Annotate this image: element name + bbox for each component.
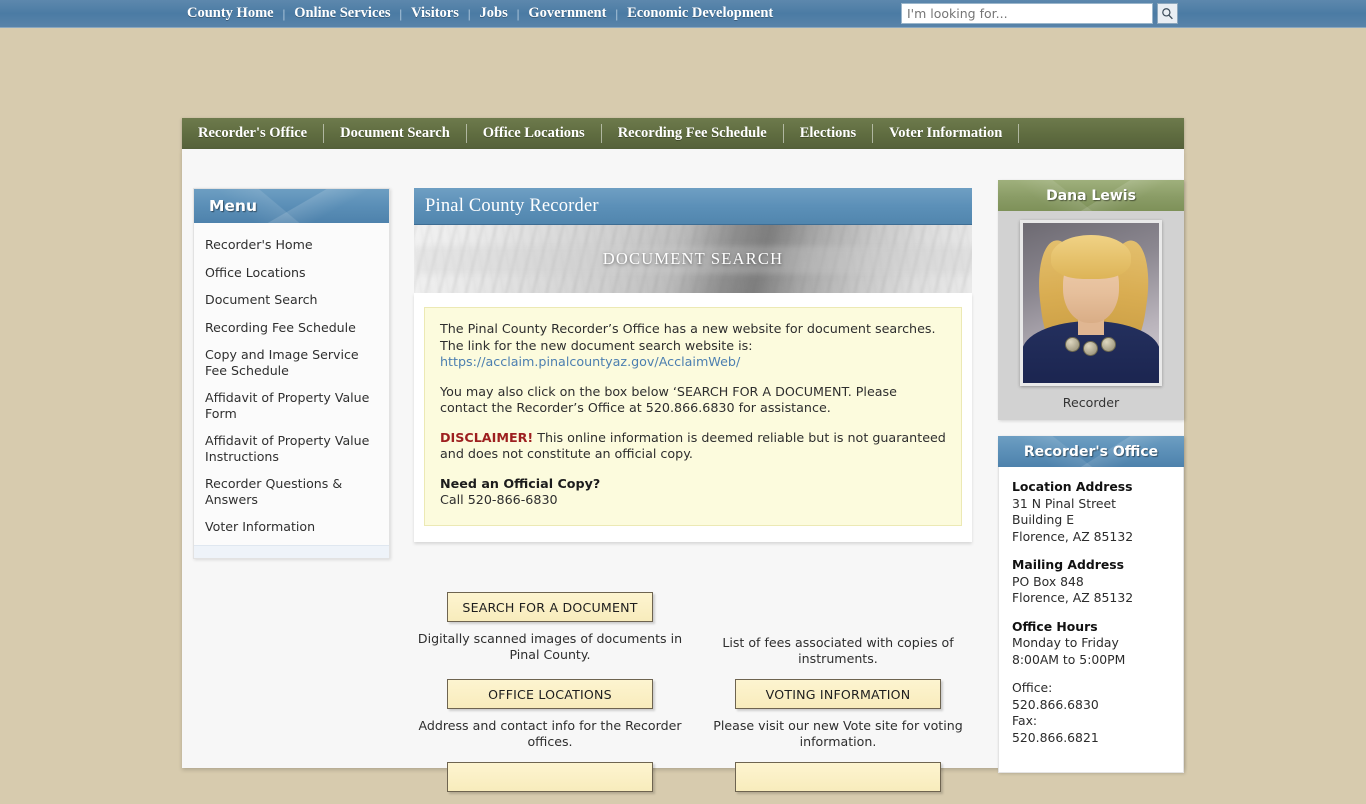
recorder-profile-card: Dana Lewis Recorder bbox=[998, 180, 1184, 420]
sidebar-menu-list: Recorder's Home Office Locations Documen… bbox=[194, 223, 389, 541]
office-hours-line2: 8:00AM to 5:00PM bbox=[1012, 651, 1126, 667]
partial-button-left[interactable] bbox=[447, 762, 653, 792]
mainnav-item-recorders-office[interactable]: Recorder's Office bbox=[182, 125, 323, 142]
sidebar-menu: Menu Recorder's Home Office Locations Do… bbox=[193, 188, 390, 559]
mailing-address-block: Mailing Address PO Box 848 Florence, AZ … bbox=[1012, 557, 1170, 607]
mainnav-item-document-search[interactable]: Document Search bbox=[324, 125, 466, 142]
right-sidebar: Dana Lewis Recorder Recorder's Office Lo… bbox=[998, 180, 1184, 789]
location-address-line2: Building E bbox=[1012, 512, 1075, 527]
page-title-bar: Pinal County Recorder bbox=[414, 188, 972, 225]
portrait-hair-top bbox=[1051, 235, 1131, 279]
site-search bbox=[901, 3, 1178, 24]
sidebar-item-voter-information[interactable]: Voter Information bbox=[194, 513, 389, 541]
voting-information-button[interactable]: VOTING INFORMATION bbox=[735, 679, 941, 709]
sidebar-menu-title: Menu bbox=[209, 197, 258, 215]
top-navigation: County Home | Online Services | Visitors… bbox=[178, 5, 782, 22]
sidebar-item-affidavit-property-value-form[interactable]: Affidavit of Property Value Form bbox=[194, 384, 389, 427]
office-phone-label: Office: bbox=[1012, 680, 1053, 695]
acclaim-web-link[interactable]: https://acclaim.pinalcountyaz.gov/Acclai… bbox=[440, 354, 740, 369]
partial-button-right[interactable] bbox=[735, 762, 941, 792]
search-input[interactable] bbox=[901, 3, 1153, 24]
topnav-item-jobs[interactable]: Jobs bbox=[471, 5, 517, 22]
mailing-address-label: Mailing Address bbox=[1012, 557, 1125, 572]
main-content: Pinal County Recorder DOCUMENT SEARCH Th… bbox=[414, 188, 972, 542]
mailing-address-line2: Florence, AZ 85132 bbox=[1012, 590, 1134, 605]
page-container: Recorder's Office Document Search Office… bbox=[182, 28, 1184, 792]
location-address-block: Location Address 31 N Pinal Street Build… bbox=[1012, 479, 1170, 545]
top-utility-bar: County Home | Online Services | Visitors… bbox=[0, 0, 1366, 28]
office-locations-caption: Address and contact info for the Recorde… bbox=[418, 718, 682, 749]
recorder-name-header: Dana Lewis bbox=[998, 180, 1184, 211]
office-phone-number: 520.866.6830 bbox=[1012, 696, 1099, 712]
notice-paragraph-2: You may also click on the box below ‘SEA… bbox=[440, 383, 897, 416]
topnav-item-online-services[interactable]: Online Services bbox=[285, 5, 399, 22]
sidebar-item-document-search[interactable]: Document Search bbox=[194, 286, 389, 314]
topnav-item-county-home[interactable]: County Home bbox=[178, 5, 283, 22]
sidebar-item-recorders-home[interactable]: Recorder's Home bbox=[194, 231, 389, 259]
search-for-a-document-button[interactable]: SEARCH FOR A DOCUMENT bbox=[447, 592, 653, 622]
office-info-body: Location Address 31 N Pinal Street Build… bbox=[998, 467, 1184, 773]
mainnav-item-office-locations[interactable]: Office Locations bbox=[467, 125, 601, 142]
recorder-portrait-photo bbox=[1020, 220, 1162, 386]
office-info-header: Recorder's Office bbox=[998, 436, 1184, 467]
topnav-item-visitors[interactable]: Visitors bbox=[402, 5, 468, 22]
location-address-label: Location Address bbox=[1012, 479, 1133, 494]
quick-link-cell-voting-information: VOTING INFORMATION Please visit our new … bbox=[702, 679, 974, 762]
fee-list-caption: List of fees associated with copies of i… bbox=[722, 635, 954, 666]
recorder-title-caption: Recorder bbox=[1062, 395, 1120, 410]
sidebar-menu-footer bbox=[194, 544, 389, 558]
quick-links-grid: SEARCH FOR A DOCUMENT Digitally scanned … bbox=[414, 592, 974, 804]
disclaimer-label: DISCLAIMER! bbox=[440, 429, 534, 445]
mainnav-divider bbox=[1018, 124, 1020, 143]
office-hours-label: Office Hours bbox=[1012, 618, 1098, 634]
topnav-item-economic-development[interactable]: Economic Development bbox=[618, 5, 782, 22]
notice-panel-wrapper: The Pinal County Recorder’s Office has a… bbox=[414, 293, 972, 542]
voting-information-caption: Please visit our new Vote site for votin… bbox=[713, 718, 963, 749]
notice-text-1: The Pinal County Recorder’s Office has a… bbox=[440, 321, 936, 353]
main-navigation: Recorder's Office Document Search Office… bbox=[182, 118, 1184, 149]
mainnav-item-elections[interactable]: Elections bbox=[784, 125, 872, 142]
notice-need-copy: Need an Official Copy? Call 520-866-6830 bbox=[440, 476, 946, 509]
sidebar-menu-header: Menu bbox=[194, 189, 389, 223]
mainnav-item-voter-information[interactable]: Voter Information bbox=[873, 125, 1018, 142]
office-hours-block: Office Hours Monday to Friday 8:00AM to … bbox=[1012, 619, 1170, 669]
sidebar-item-affidavit-property-value-instructions[interactable]: Affidavit of Property Value Instructions bbox=[194, 427, 389, 470]
location-address-line3: Florence, AZ 85132 bbox=[1012, 528, 1134, 544]
office-hours-line1: Monday to Friday bbox=[1012, 635, 1119, 650]
notice-paragraph-1: The Pinal County Recorder’s Office has a… bbox=[440, 321, 946, 371]
office-info-card: Recorder's Office Location Address 31 N … bbox=[998, 436, 1184, 773]
office-info-title: Recorder's Office bbox=[1023, 443, 1159, 460]
quick-link-cell-office-locations: OFFICE LOCATIONS Address and contact inf… bbox=[414, 679, 686, 762]
sidebar-item-recording-fee-schedule[interactable]: Recording Fee Schedule bbox=[194, 314, 389, 342]
recorder-photo-area: Recorder bbox=[998, 211, 1184, 420]
quick-link-cell-search-document: SEARCH FOR A DOCUMENT Digitally scanned … bbox=[414, 592, 686, 679]
page-title: Pinal County Recorder bbox=[425, 195, 599, 216]
document-search-banner: DOCUMENT SEARCH bbox=[414, 225, 972, 293]
content-body: Menu Recorder's Home Office Locations Do… bbox=[182, 149, 1184, 792]
topnav-item-government[interactable]: Government bbox=[519, 5, 615, 22]
banner-title: DOCUMENT SEARCH bbox=[602, 249, 784, 268]
sidebar-item-office-locations[interactable]: Office Locations bbox=[194, 259, 389, 287]
recorder-name: Dana Lewis bbox=[1046, 187, 1136, 204]
notice-disclaimer: DISCLAIMER! This online information is d… bbox=[440, 430, 946, 463]
mailing-address-line1: PO Box 848 bbox=[1012, 573, 1084, 589]
quick-link-cell-partial-right bbox=[702, 762, 974, 804]
search-button[interactable] bbox=[1157, 3, 1178, 24]
sidebar-item-copy-image-service-fee-schedule[interactable]: Copy and Image Service Fee Schedule bbox=[194, 341, 389, 384]
office-locations-button[interactable]: OFFICE LOCATIONS bbox=[447, 679, 653, 709]
fax-number: 520.866.6821 bbox=[1012, 729, 1099, 745]
need-official-copy-phone: Call 520-866-6830 bbox=[440, 492, 558, 507]
fax-label: Fax: bbox=[1012, 713, 1038, 728]
need-official-copy-heading: Need an Official Copy? bbox=[440, 475, 601, 491]
location-address-line1: 31 N Pinal Street bbox=[1012, 495, 1117, 511]
quick-link-cell-fee-list: List of fees associated with copies of i… bbox=[702, 592, 974, 679]
sidebar-item-recorder-questions-answers[interactable]: Recorder Questions & Answers bbox=[194, 470, 389, 513]
notice-box: The Pinal County Recorder’s Office has a… bbox=[424, 307, 962, 526]
mainnav-item-recording-fee-schedule[interactable]: Recording Fee Schedule bbox=[602, 125, 783, 142]
magnifier-icon bbox=[1162, 8, 1173, 20]
search-for-a-document-caption: Digitally scanned images of documents in… bbox=[417, 631, 683, 662]
portrait-necklace bbox=[1065, 335, 1117, 357]
phone-block: Office: 520.866.6830 Fax: 520.866.6821 bbox=[1012, 680, 1170, 746]
quick-link-cell-partial-left bbox=[414, 762, 686, 804]
